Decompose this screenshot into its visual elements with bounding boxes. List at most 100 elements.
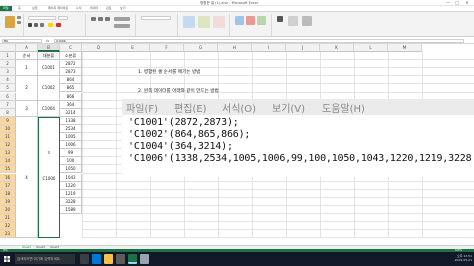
excel-taskbar-icon[interactable] — [128, 254, 137, 264]
row-header[interactable]: 7 — [0, 100, 16, 109]
merged-category-cell[interactable]: C1002 — [38, 76, 60, 101]
font-size-select[interactable] — [58, 16, 68, 20]
formula-input[interactable]: C1006 — [54, 39, 464, 43]
subcategory-cell[interactable]: 1220 — [60, 181, 82, 190]
merged-order-cell[interactable]: 1 — [16, 60, 38, 77]
paste-icon[interactable] — [5, 16, 15, 28]
row-header[interactable]: 4 — [0, 76, 16, 85]
font-family-select[interactable] — [28, 16, 56, 20]
find-select-icon[interactable] — [302, 16, 312, 26]
row-header[interactable]: 3 — [0, 68, 16, 77]
merge-center-icon[interactable] — [114, 24, 130, 28]
store-icon[interactable] — [116, 254, 125, 264]
row-header[interactable]: 2 — [0, 60, 16, 69]
subcategory-cell[interactable]: 1043 — [60, 173, 82, 182]
taskbar-search-input[interactable]: 검색하려면 여기에 입력하세요. — [15, 254, 75, 264]
cut-icon[interactable] — [17, 16, 21, 19]
task-view-icon[interactable] — [80, 254, 89, 264]
row-header[interactable]: 19 — [0, 197, 16, 206]
start-button[interactable] — [0, 252, 14, 266]
subcategory-cell[interactable]: 364 — [60, 100, 82, 109]
subcategory-cell[interactable]: 1219 — [60, 189, 82, 198]
column-header-c[interactable]: C — [60, 44, 82, 52]
subcategory-cell[interactable]: 3228 — [60, 197, 82, 206]
merged-category-cell[interactable]: C1001 — [38, 60, 60, 77]
conditional-format-icon[interactable] — [183, 16, 195, 28]
notepad-line[interactable]: 'C1006'(1338,2534,1005,1006,99,100,1050,… — [128, 153, 472, 164]
notepad-menu-format[interactable]: 서식(O) — [222, 100, 256, 115]
subcategory-cell[interactable]: 99 — [60, 149, 82, 158]
subcategory-cell[interactable]: 1050 — [60, 165, 82, 174]
subcategory-cell[interactable]: 865 — [60, 84, 82, 93]
underline-icon[interactable] — [40, 23, 44, 27]
header-category[interactable]: 대분류 — [38, 52, 60, 61]
insert-cells-icon[interactable] — [235, 16, 244, 25]
font-color-icon[interactable] — [56, 23, 61, 27]
notepad-menu-file[interactable]: 파일(F) — [126, 100, 158, 115]
subcategory-cell[interactable]: 864 — [60, 76, 82, 85]
row-header[interactable]: 16 — [0, 173, 16, 182]
column-header-d[interactable]: D — [82, 44, 116, 52]
file-explorer-icon[interactable] — [104, 254, 113, 264]
subcategory-cell[interactable]: 1006 — [60, 141, 82, 150]
column-header-b[interactable]: B — [38, 44, 60, 52]
row-header[interactable]: 17 — [0, 181, 16, 190]
row-header[interactable]: 21 — [0, 214, 16, 223]
subcategory-cell[interactable]: 1338 — [60, 116, 82, 125]
column-header-m[interactable]: M — [388, 44, 422, 52]
notepad-taskbar-icon[interactable] — [140, 254, 149, 264]
column-header-e[interactable]: E — [116, 44, 150, 52]
wrap-text-icon[interactable] — [114, 17, 130, 21]
row-header[interactable]: 23 — [0, 230, 16, 239]
subcategory-cell[interactable]: 100 — [60, 157, 82, 166]
column-header-k[interactable]: K — [320, 44, 354, 52]
row-header[interactable]: 5 — [0, 84, 16, 93]
row-header[interactable]: 20 — [0, 205, 16, 214]
column-header-g[interactable]: G — [184, 44, 218, 52]
row-header[interactable]: 10 — [0, 124, 16, 133]
subcategory-cell[interactable]: 3214 — [60, 108, 82, 117]
column-header-i[interactable]: I — [252, 44, 286, 52]
subcategory-cell[interactable]: 1589 — [60, 205, 82, 214]
align-middle-icon[interactable] — [98, 17, 103, 21]
merged-order-cell[interactable]: 4 — [16, 116, 38, 239]
subcategory-cell[interactable]: 2872 — [60, 60, 82, 69]
row-header[interactable]: 12 — [0, 141, 16, 150]
column-header-h[interactable]: H — [218, 44, 252, 52]
row-header[interactable]: 9 — [0, 116, 16, 125]
merged-order-cell[interactable]: 3 — [16, 100, 38, 117]
autosum-icon[interactable] — [277, 16, 283, 22]
row-header[interactable]: 1 — [0, 52, 16, 61]
row-header[interactable]: 11 — [0, 133, 16, 142]
row-header[interactable]: 18 — [0, 189, 16, 198]
subcategory-cell[interactable]: 2873 — [60, 68, 82, 77]
column-header-j[interactable]: J — [286, 44, 320, 52]
notepad-menu-edit[interactable]: 편집(E) — [174, 100, 207, 115]
system-tray[interactable]: 오후 12:51 2019-05-21 — [455, 254, 472, 262]
notepad-menu-view[interactable]: 보기(V) — [272, 100, 305, 115]
notepad-line[interactable]: 'C1002'(864,865,866); — [128, 129, 250, 140]
notepad-line[interactable]: 'C1004'(364,3214); — [128, 141, 233, 152]
row-header[interactable]: 8 — [0, 108, 16, 117]
delete-cells-icon[interactable] — [246, 16, 255, 25]
row-header[interactable]: 6 — [0, 92, 16, 101]
subcategory-cell[interactable]: 866 — [60, 92, 82, 101]
number-format-select[interactable] — [141, 16, 171, 20]
select-all-corner[interactable] — [0, 44, 16, 52]
align-top-icon[interactable] — [91, 17, 96, 21]
column-header-f[interactable]: F — [150, 44, 184, 52]
sort-filter-icon[interactable] — [288, 16, 298, 26]
row-header[interactable]: 14 — [0, 157, 16, 166]
notepad-line[interactable]: 'C1001'(2872,2873); — [128, 117, 239, 128]
column-header-a[interactable]: A — [16, 44, 38, 52]
merged-order-cell[interactable]: 2 — [16, 76, 38, 101]
format-cells-icon[interactable] — [257, 16, 266, 25]
row-header[interactable]: 22 — [0, 222, 16, 231]
italic-icon[interactable] — [34, 23, 38, 27]
cell-styles-icon[interactable] — [213, 16, 225, 28]
row-header[interactable]: 15 — [0, 165, 16, 174]
subcategory-cell[interactable]: 2534 — [60, 124, 82, 133]
row-header[interactable]: 13 — [0, 149, 16, 158]
copy-icon[interactable] — [17, 21, 21, 24]
subcategory-cell[interactable]: 1005 — [60, 133, 82, 142]
